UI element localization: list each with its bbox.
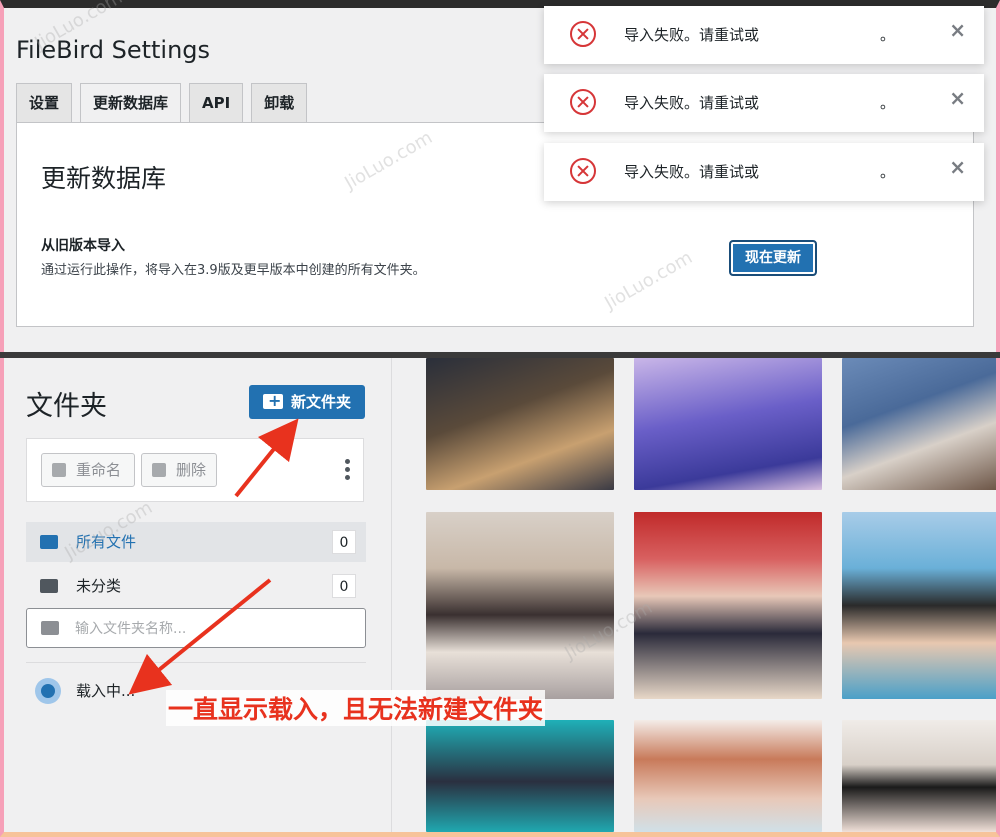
folder-label: 所有文件 <box>76 533 137 551</box>
error-icon <box>570 89 596 115</box>
loading-text: 载入中... <box>76 682 136 700</box>
update-now-button[interactable]: 现在更新 <box>729 240 817 276</box>
rename-button[interactable]: 重命名 <box>41 453 135 487</box>
folder-search-input[interactable] <box>73 615 357 643</box>
tab-settings[interactable]: 设置 <box>16 83 73 122</box>
more-options-icon[interactable] <box>345 459 351 481</box>
panel-title: 更新数据库 <box>41 164 167 193</box>
folder-edit-icon <box>52 463 66 477</box>
media-thumbnail[interactable] <box>634 512 822 699</box>
folder-count: 0 <box>332 530 356 554</box>
new-folder-label: 新文件夹 <box>291 393 352 411</box>
folder-sidebar: 文件夹 新文件夹 重命名 删除 所有文件 0 未分类 0 <box>4 358 392 832</box>
media-thumbnail[interactable] <box>426 358 614 490</box>
tab-api[interactable]: API <box>189 83 244 122</box>
close-icon[interactable]: × <box>949 155 966 179</box>
new-folder-icon <box>263 384 283 418</box>
folder-toolbar: 重命名 删除 <box>26 438 364 502</box>
folder-icon <box>40 579 58 593</box>
loading-spinner-icon <box>35 678 61 704</box>
folder-uncategorized[interactable]: 未分类 0 <box>26 566 366 606</box>
folders-title: 文件夹 <box>26 391 107 422</box>
rename-label: 重命名 <box>76 461 122 479</box>
folder-search-icon <box>41 621 59 635</box>
error-icon <box>570 21 596 47</box>
error-toast: 导入失败。请重试或 。 × <box>544 143 984 201</box>
close-icon[interactable]: × <box>949 18 966 42</box>
toast-message-tail: 。 <box>880 94 896 112</box>
delete-label: 删除 <box>176 461 207 479</box>
page-title: FileBird Settings <box>16 36 211 64</box>
import-label: 从旧版本导入 <box>41 238 125 254</box>
tab-update-database[interactable]: 更新数据库 <box>80 83 182 124</box>
error-toast: 导入失败。请重试或 。 × <box>544 6 984 64</box>
delete-button[interactable]: 删除 <box>141 453 217 487</box>
annotation-text: 一直显示载入，且无法新建文件夹 <box>166 690 546 726</box>
toast-message-tail: 。 <box>880 26 896 44</box>
media-thumbnail[interactable] <box>426 512 614 699</box>
media-thumbnail[interactable] <box>426 720 614 832</box>
folder-label: 未分类 <box>76 577 122 595</box>
toast-message: 导入失败。请重试或 <box>624 163 760 181</box>
new-folder-button[interactable]: 新文件夹 <box>249 384 365 419</box>
toast-message: 导入失败。请重试或 <box>624 26 760 44</box>
error-icon <box>570 158 596 184</box>
trash-icon <box>152 463 166 477</box>
import-description: 通过运行此操作，将导入在3.9版及更早版本中创建的所有文件夹。 <box>41 263 426 278</box>
folder-count: 0 <box>332 574 356 598</box>
home-icon <box>40 535 58 549</box>
toast-message-tail: 。 <box>880 163 896 181</box>
media-thumbnail[interactable] <box>634 358 822 490</box>
media-thumbnail[interactable] <box>842 512 996 699</box>
tab-uninstall[interactable]: 卸载 <box>251 83 308 122</box>
error-toast: 导入失败。请重试或 。 × <box>544 74 984 132</box>
toast-message: 导入失败。请重试或 <box>624 94 760 112</box>
folder-all-files[interactable]: 所有文件 0 <box>26 522 366 562</box>
close-icon[interactable]: × <box>949 86 966 110</box>
media-thumbnail[interactable] <box>842 720 996 832</box>
media-library-screenshot: 文件夹 新文件夹 重命名 删除 所有文件 0 未分类 0 <box>0 358 1000 837</box>
media-thumbnail[interactable] <box>842 358 996 490</box>
divider <box>26 662 366 663</box>
media-thumbnail[interactable] <box>634 720 822 832</box>
settings-tabs: 设置 更新数据库 API 卸载 <box>16 83 308 124</box>
media-grid <box>392 358 996 832</box>
folder-search-field[interactable] <box>26 608 366 648</box>
